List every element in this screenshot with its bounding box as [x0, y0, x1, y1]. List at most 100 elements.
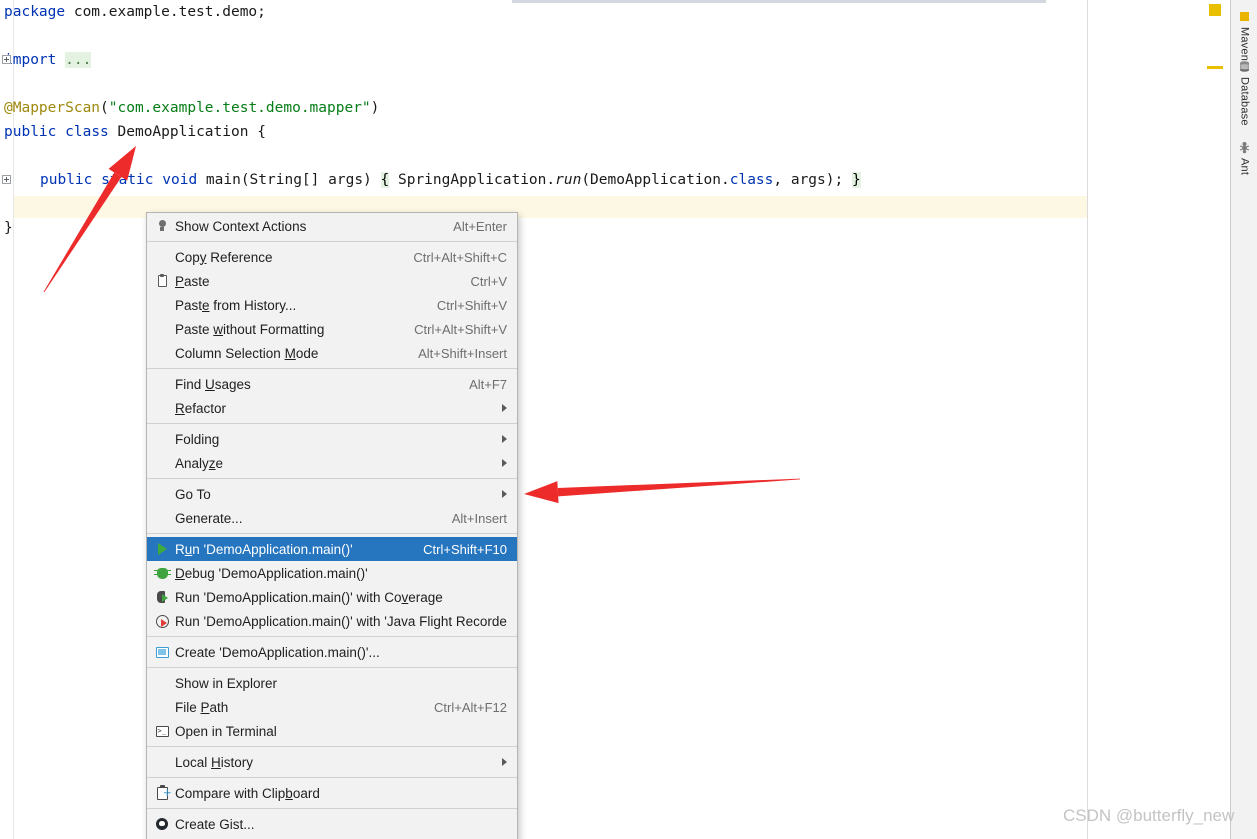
menu-item-paste-without-formatting[interactable]: Paste without Formatting Ctrl+Alt+Shift+V — [147, 317, 517, 341]
submenu-arrow-icon — [502, 404, 507, 412]
menu-item-label: Paste without Formatting — [175, 321, 325, 337]
fold-toggle-icon[interactable] — [2, 55, 11, 64]
menu-item-icon-slot — [153, 754, 171, 770]
menu-item-label: Debug 'DemoApplication.main()' — [175, 565, 368, 581]
code-token: ) — [370, 100, 380, 116]
menu-item-icon-slot — [153, 455, 171, 471]
error-stripe-marker-panel[interactable] — [1088, 0, 1230, 839]
menu-item-label: Refactor — [175, 400, 227, 416]
code-token: } — [851, 172, 861, 188]
menu-item-paste-from-history[interactable]: Paste from History... Ctrl+Shift+V — [147, 293, 517, 317]
code-token: { — [380, 172, 390, 188]
warning-stripe-marker[interactable] — [1207, 66, 1223, 69]
tool-window-tab-database[interactable]: Database — [1231, 60, 1257, 126]
tool-window-tab-maven[interactable]: Maven — [1231, 10, 1257, 61]
code-token: main — [205, 172, 241, 188]
menu-item-copy-reference[interactable]: Copy Reference Ctrl+Alt+Shift+C — [147, 245, 517, 269]
menu-item-run-demoapplication-main-with-coverage[interactable]: Run 'DemoApplication.main()' with Covera… — [147, 585, 517, 609]
menu-separator — [147, 368, 517, 369]
ant-icon — [1238, 141, 1252, 155]
menu-item-column-selection-mode[interactable]: Column Selection Mode Alt+Shift+Insert — [147, 341, 517, 365]
menu-item-shortcut: Alt+Insert — [451, 510, 507, 526]
code-line: public static void main(String[] args) {… — [40, 168, 861, 192]
submenu-arrow-icon — [502, 459, 507, 467]
inspection-status-marker[interactable] — [1209, 4, 1221, 16]
menu-item-icon-slot — [153, 400, 171, 416]
menu-item-run-demoapplication-main[interactable]: Run 'DemoApplication.main()' Ctrl+Shift+F… — [147, 537, 517, 561]
menu-item-generate[interactable]: Generate... Alt+Insert — [147, 506, 517, 530]
menu-item-create-gist[interactable]: Create Gist... — [147, 812, 517, 836]
menu-item-shortcut: Ctrl+Shift+F10 — [423, 541, 507, 557]
code-token: import — [4, 52, 57, 68]
menu-item-shortcut: Alt+F7 — [469, 376, 507, 392]
code-token: class — [729, 172, 774, 188]
editor-context-menu[interactable]: Show Context Actions Alt+Enter Copy Refere… — [146, 212, 518, 839]
submenu-arrow-icon — [502, 490, 507, 498]
menu-item-shortcut: Alt+Shift+Insert — [418, 345, 507, 361]
menu-item-label: Run 'DemoApplication.main()' with Covera… — [175, 589, 443, 605]
idea-editor-window: package com.example.test.demo; import ...… — [0, 0, 1257, 839]
menu-separator — [147, 423, 517, 424]
code-token: ( — [100, 100, 109, 116]
code-line: public class DemoApplication { — [4, 120, 266, 144]
menu-item-go-to[interactable]: Go To — [147, 482, 517, 506]
code-token: ... — [65, 52, 92, 68]
menu-item-run-demoapplication-main-with-java-fligh[interactable]: Run 'DemoApplication.main()' with 'Java … — [147, 609, 517, 633]
code-token: com.example.test.demo; — [65, 4, 266, 20]
menu-item-create-demoapplication-main[interactable]: Create 'DemoApplication.main()'... — [147, 640, 517, 664]
menu-item-shortcut: Ctrl+Alt+Shift+C — [413, 249, 507, 265]
menu-item-label: Column Selection Mode — [175, 345, 319, 361]
code-token: SpringApplication. — [389, 172, 556, 188]
menu-item-label: Create 'DemoApplication.main()'... — [175, 644, 380, 660]
clipboard-icon — [153, 273, 171, 289]
terminal-icon: >_ — [153, 723, 171, 739]
code-line: @MapperScan("com.example.test.demo.mappe… — [4, 96, 379, 120]
menu-item-label: Go To — [175, 486, 211, 502]
menu-item-local-history[interactable]: Local History — [147, 750, 517, 774]
database-icon — [1238, 60, 1252, 74]
menu-separator — [147, 533, 517, 534]
right-tool-window-bar[interactable]: Maven Database Ant — [1230, 0, 1257, 839]
menu-separator — [147, 667, 517, 668]
menu-item-refactor[interactable]: Refactor — [147, 396, 517, 420]
horizontal-scrollbar[interactable] — [512, 0, 1046, 3]
menu-item-label: Run 'DemoApplication.main()' — [175, 541, 353, 557]
menu-item-icon-slot — [153, 297, 171, 313]
coverage-icon — [153, 589, 171, 605]
code-token: @MapperScan — [4, 100, 101, 116]
menu-item-file-path[interactable]: File Path Ctrl+Alt+F12 — [147, 695, 517, 719]
menu-item-shortcut: Ctrl+Shift+V — [436, 297, 507, 313]
menu-item-folding[interactable]: Folding — [147, 427, 517, 451]
menu-item-label: Compare with Clipboard — [175, 785, 320, 801]
menu-item-label: Show in Explorer — [175, 675, 278, 691]
menu-item-icon-slot — [153, 486, 171, 502]
tool-window-tab-ant[interactable]: Ant — [1231, 141, 1257, 175]
menu-item-icon-slot — [153, 675, 171, 691]
debug-icon — [153, 565, 171, 581]
code-token: static — [101, 172, 154, 188]
menu-item-analyze[interactable]: Analyze — [147, 451, 517, 475]
menu-item-label: File Path — [175, 699, 229, 715]
menu-item-shortcut: Ctrl+Alt+F12 — [434, 699, 507, 715]
menu-item-show-in-explorer[interactable]: Show in Explorer — [147, 671, 517, 695]
menu-item-shortcut: Ctrl+Alt+Shift+V — [414, 321, 507, 337]
run-icon — [153, 541, 171, 557]
menu-item-find-usages[interactable]: Find Usages Alt+F7 — [147, 372, 517, 396]
menu-item-paste[interactable]: Paste Ctrl+V — [147, 269, 517, 293]
code-line: package com.example.test.demo; — [4, 0, 266, 24]
menu-item-label: Find Usages — [175, 376, 251, 392]
tool-window-tab-label: Maven — [1238, 27, 1251, 62]
fold-toggle-icon[interactable] — [2, 175, 11, 184]
code-token: , args); — [773, 172, 844, 188]
lightbulb-icon — [153, 218, 171, 234]
menu-item-show-context-actions[interactable]: Show Context Actions Alt+Enter — [147, 214, 517, 238]
menu-item-debug-demoapplication-main[interactable]: Debug 'DemoApplication.main()' — [147, 561, 517, 585]
menu-separator — [147, 636, 517, 637]
menu-item-open-in-terminal[interactable]: >_ Open in Terminal — [147, 719, 517, 743]
menu-item-compare-with-clipboard[interactable]: Compare with Clipboard — [147, 781, 517, 805]
